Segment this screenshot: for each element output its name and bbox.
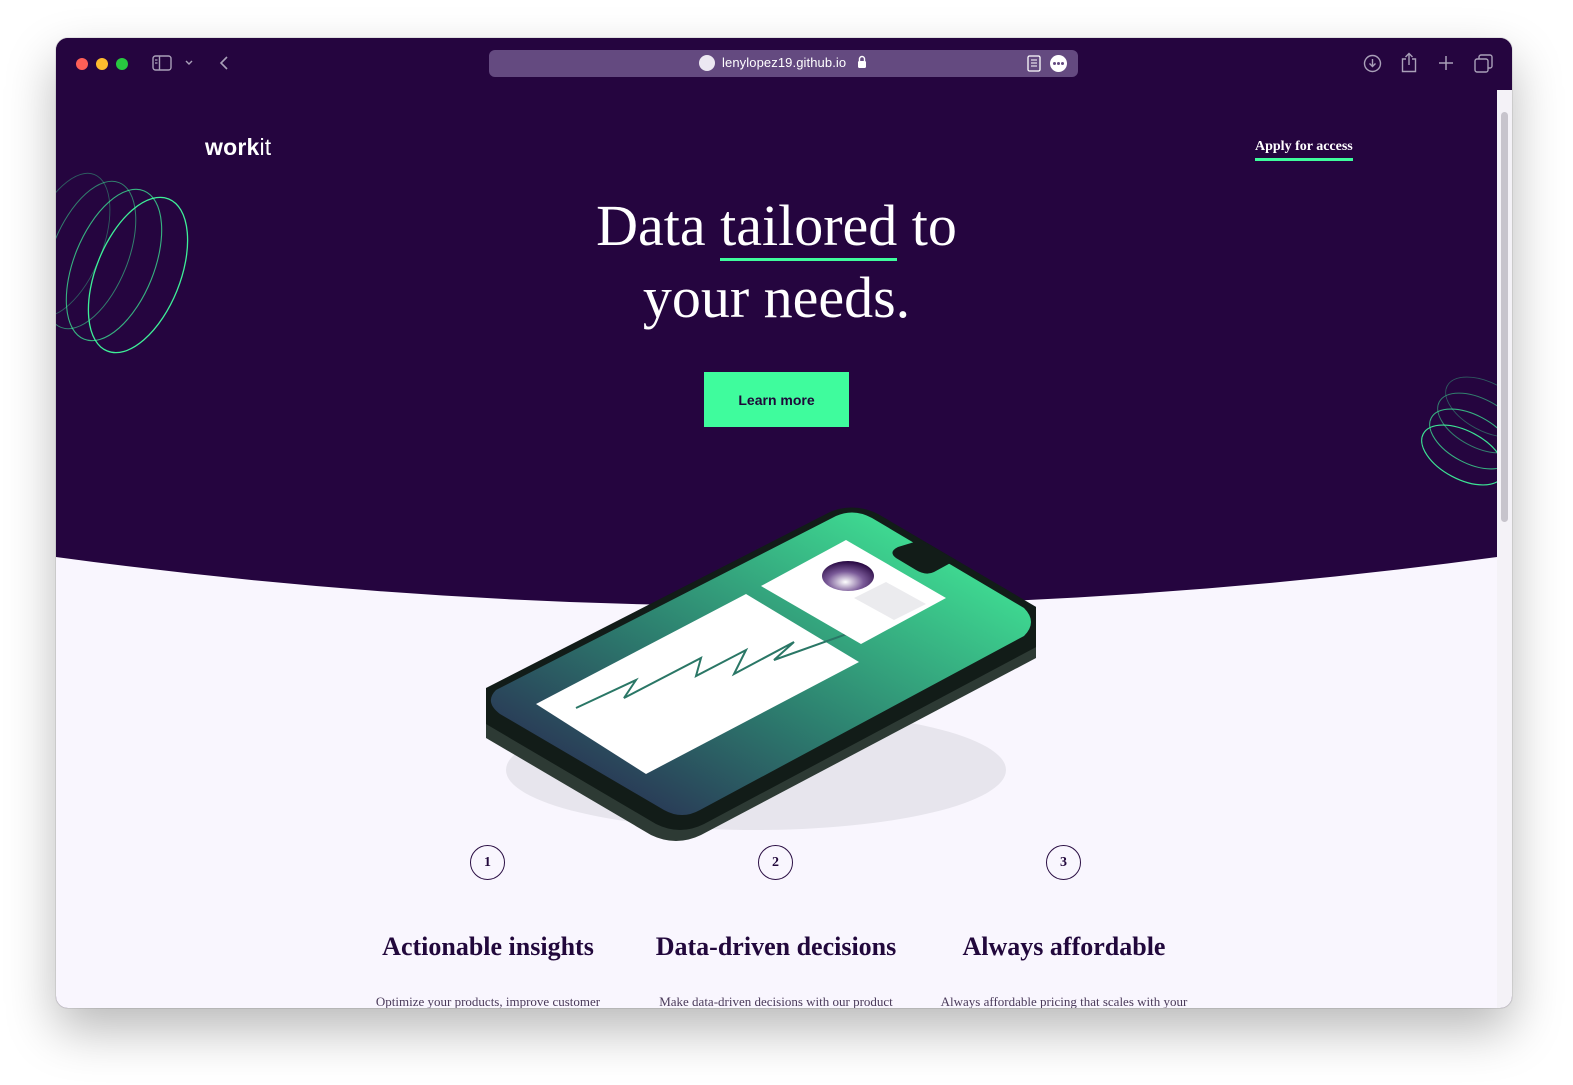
address-url: lenylopez19.github.io [722,55,847,70]
feature-title-3: Always affordable [962,932,1166,961]
feature-number-1: 1 [470,845,505,880]
headline-highlight: tailored [720,193,898,261]
workit-logo[interactable]: workit [205,134,271,161]
address-bar[interactable]: lenylopez19.github.io [489,50,1078,77]
feature-desc-2: Make data-driven decisions with our prod… [659,994,893,1008]
sidebar-icon[interactable] [152,55,172,71]
chevron-down-icon[interactable] [184,59,194,67]
feature-desc-3: Always affordable pricing that scales wi… [940,994,1188,1008]
plus-icon[interactable] [1438,55,1454,71]
lock-icon [858,55,866,68]
decorative-rings-right [1421,376,1497,486]
zoom-window-button[interactable] [116,58,128,70]
browser-toolbar: lenylopez19.github.io [56,38,1512,90]
tabs-icon[interactable] [1474,54,1493,73]
apply-for-access-link[interactable]: Apply for access [1255,139,1353,161]
phone-illustration [486,507,1036,841]
minimize-window-button[interactable] [96,58,108,70]
feature-number-3: 3 [1046,845,1081,880]
learn-more-button[interactable]: Learn more [704,372,849,427]
reader-icon[interactable] [1027,55,1041,72]
feature-number-2: 2 [758,845,793,880]
more-icon[interactable] [1050,55,1067,72]
browser-window: lenylopez19.github.io workit Apply for a… [56,38,1512,1008]
feature-desc-1: Optimize your products, improve customer [375,994,601,1008]
feature-title-2: Data-driven decisions [655,932,897,961]
close-window-button[interactable] [76,58,88,70]
hero-headline-line2: your needs. [642,265,911,330]
scrollbar-thumb[interactable] [1501,112,1508,522]
globe-icon [699,55,715,71]
feature-title-1: Actionable insights [382,932,594,961]
web-page: workit Apply for access Data tailored to… [56,90,1497,1008]
download-icon[interactable] [1363,54,1382,73]
hero-headline-line1: Data tailored to [56,190,1497,262]
share-icon[interactable] [1401,52,1417,73]
back-icon[interactable] [218,55,230,71]
